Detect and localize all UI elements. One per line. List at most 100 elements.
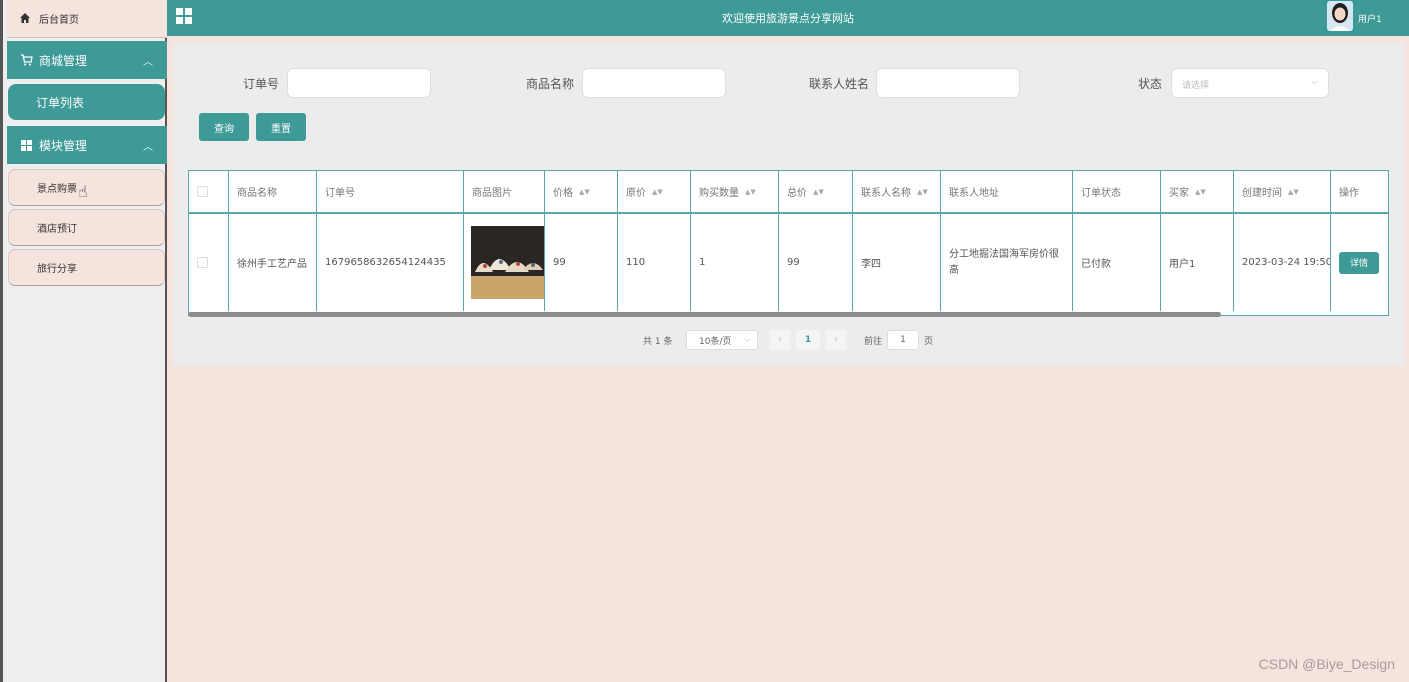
sidebar-group-modules[interactable]: 模块管理 ︿ bbox=[7, 126, 167, 164]
hand-cursor-icon: ☝ bbox=[78, 182, 88, 201]
status-label: 状态 bbox=[1138, 77, 1163, 91]
page-size-select[interactable]: 10条/页 ⌵ bbox=[686, 330, 758, 350]
sidebar-item-home[interactable]: 后台首页 bbox=[7, 0, 167, 38]
col-header: 商品名称 bbox=[229, 171, 317, 212]
col-header-label: 创建时间 bbox=[1242, 188, 1282, 199]
sidebar-item-label: 景点购票 bbox=[37, 184, 77, 195]
sidebar-item-label: 酒店预订 bbox=[37, 224, 77, 235]
col-header-sortable[interactable]: 购买数量 ▲▼ bbox=[691, 171, 779, 212]
sort-icon[interactable]: ▲▼ bbox=[745, 188, 756, 195]
col-header: 商品图片 bbox=[464, 171, 545, 212]
cart-icon bbox=[19, 53, 33, 67]
sidebar-group-modules-label: 模块管理 bbox=[39, 138, 88, 153]
search-button[interactable]: 查询 bbox=[199, 113, 249, 141]
grid-icon bbox=[19, 138, 33, 152]
col-header: 订单状态 bbox=[1073, 171, 1161, 212]
cell-contact-name: 李四 bbox=[853, 214, 941, 311]
select-all-checkbox[interactable] bbox=[197, 186, 208, 197]
col-header-sortable[interactable]: 总价 ▲▼ bbox=[779, 171, 853, 212]
status-placeholder: 请选择 bbox=[1182, 81, 1210, 91]
col-header-label: 价格 bbox=[553, 188, 573, 199]
reset-button[interactable]: 重置 bbox=[256, 113, 306, 141]
col-header-sortable[interactable]: 创建时间 ▲▼ bbox=[1234, 171, 1331, 212]
goto-label: 前往 bbox=[864, 336, 883, 347]
cell-buyer: 用户1 bbox=[1161, 214, 1234, 311]
product-thumbnail[interactable] bbox=[471, 226, 544, 299]
main-panel: 订单号 商品名称 联系人姓名 状态 请选择 ⌵ 查询 重置 商品名称 订单号 商… bbox=[173, 42, 1405, 366]
product-name-input[interactable] bbox=[582, 68, 726, 98]
cell-product-image bbox=[464, 214, 545, 311]
col-header-sortable[interactable]: 原价 ▲▼ bbox=[618, 171, 691, 212]
product-name-label: 商品名称 bbox=[526, 77, 575, 91]
chevron-left-icon: ‹ bbox=[778, 335, 782, 345]
contact-name-input[interactable] bbox=[876, 68, 1020, 98]
sidebar-item-order-list[interactable]: 订单列表 bbox=[8, 84, 165, 120]
order-no-label: 订单号 bbox=[243, 77, 280, 91]
col-header: 操作 bbox=[1339, 188, 1359, 199]
goto-page-input[interactable]: 1 bbox=[887, 330, 919, 350]
avatar[interactable] bbox=[1327, 1, 1353, 31]
sort-icon[interactable]: ▲▼ bbox=[813, 188, 824, 195]
col-header-sortable[interactable]: 价格 ▲▼ bbox=[545, 171, 618, 212]
chevron-up-icon: ︿ bbox=[143, 57, 153, 68]
page-number-current[interactable]: 1 bbox=[796, 330, 820, 350]
sidebar-item-travel-share[interactable]: 旅行分享 bbox=[8, 249, 165, 286]
username[interactable]: 用户1 bbox=[1358, 12, 1382, 25]
prev-page-button[interactable]: ‹ bbox=[770, 330, 790, 350]
col-header: 订单号 bbox=[317, 171, 464, 212]
sort-icon[interactable]: ▲▼ bbox=[1195, 188, 1206, 195]
sidebar-item-label: 旅行分享 bbox=[37, 264, 77, 275]
watermark: CSDN @Biye_Design bbox=[1258, 656, 1395, 672]
sidebar-group-mall-label: 商城管理 bbox=[39, 53, 88, 68]
col-header-label: 联系人名称 bbox=[861, 188, 911, 199]
row-checkbox[interactable] bbox=[197, 257, 208, 268]
col-header: 联系人地址 bbox=[941, 171, 1073, 212]
col-header-label: 总价 bbox=[787, 188, 807, 199]
contact-name-label: 联系人姓名 bbox=[809, 77, 870, 91]
cell-actions: 详情 bbox=[1331, 214, 1388, 311]
order-no-input[interactable] bbox=[287, 68, 431, 98]
row-select-cell bbox=[189, 214, 229, 311]
cell-product-name: 徐州手工艺产品 bbox=[229, 214, 317, 311]
detail-button[interactable]: 详情 bbox=[1339, 251, 1379, 274]
chevron-up-icon: ︿ bbox=[143, 142, 153, 153]
sort-icon[interactable]: ▲▼ bbox=[917, 188, 928, 195]
home-icon bbox=[19, 12, 33, 26]
horizontal-scrollbar[interactable] bbox=[188, 312, 1221, 317]
col-header-sortable[interactable]: 联系人名称 ▲▼ bbox=[853, 171, 941, 212]
cell-status: 已付款 bbox=[1073, 214, 1161, 311]
sidebar-item-label: 订单列表 bbox=[36, 95, 85, 110]
sidebar-group-mall[interactable]: 商城管理 ︿ bbox=[7, 41, 167, 79]
top-bar: 欢迎使用旅游景点分享网站 用户1 bbox=[167, 0, 1409, 36]
col-header-label: 买家 bbox=[1169, 188, 1189, 199]
select-all-cell bbox=[189, 171, 229, 212]
sort-icon[interactable]: ▲▼ bbox=[652, 188, 663, 195]
cell-price: 99 bbox=[545, 214, 618, 311]
sidebar-home-label: 后台首页 bbox=[39, 15, 79, 26]
col-header-label: 购买数量 bbox=[699, 188, 739, 199]
chevron-right-icon: › bbox=[834, 335, 838, 345]
page-suffix: 页 bbox=[924, 336, 934, 347]
chevron-down-icon: ⌵ bbox=[744, 335, 751, 345]
sort-icon[interactable]: ▲▼ bbox=[579, 188, 590, 195]
col-header-label: 原价 bbox=[626, 188, 646, 199]
order-table: 商品名称 订单号 商品图片 价格 ▲▼ 原价 ▲▼ 购买数量 ▲▼ 总价 ▲▼ 联系人名… bbox=[188, 170, 1389, 316]
next-page-button[interactable]: › bbox=[826, 330, 846, 350]
table-header: 商品名称 订单号 商品图片 价格 ▲▼ 原价 ▲▼ 购买数量 ▲▼ 总价 ▲▼ 联系人名… bbox=[189, 171, 1388, 214]
cell-quantity: 1 bbox=[691, 214, 779, 311]
cell-contact-address: 分工地掘法国海军房价很高 bbox=[941, 214, 1073, 311]
cell-created-at: 2023-03-24 19:50:3 bbox=[1234, 214, 1331, 311]
page-size-value: 10条/页 bbox=[699, 336, 732, 347]
pagination-total: 共 1 条 bbox=[643, 336, 673, 347]
cell-original-price: 110 bbox=[618, 214, 691, 311]
chevron-down-icon: ⌵ bbox=[1311, 77, 1318, 87]
site-title: 欢迎使用旅游景点分享网站 bbox=[722, 12, 854, 25]
sort-icon[interactable]: ▲▼ bbox=[1288, 188, 1299, 195]
cell-order-no: 1679658632654124435 bbox=[317, 214, 464, 311]
sidebar: 后台首页 商城管理 ︿ 订单列表 模块管理 ︿ 景点购票 酒店预订 旅行分享 ☝ bbox=[0, 0, 167, 682]
sidebar-item-hotel-booking[interactable]: 酒店预订 bbox=[8, 209, 165, 246]
status-select[interactable]: 请选择 ⌵ bbox=[1171, 68, 1329, 98]
cell-total: 99 bbox=[779, 214, 853, 311]
table-row: 徐州手工艺产品 1679658632654124435 99 110 1 99 … bbox=[189, 214, 1388, 311]
col-header-sortable[interactable]: 买家 ▲▼ bbox=[1161, 171, 1234, 212]
